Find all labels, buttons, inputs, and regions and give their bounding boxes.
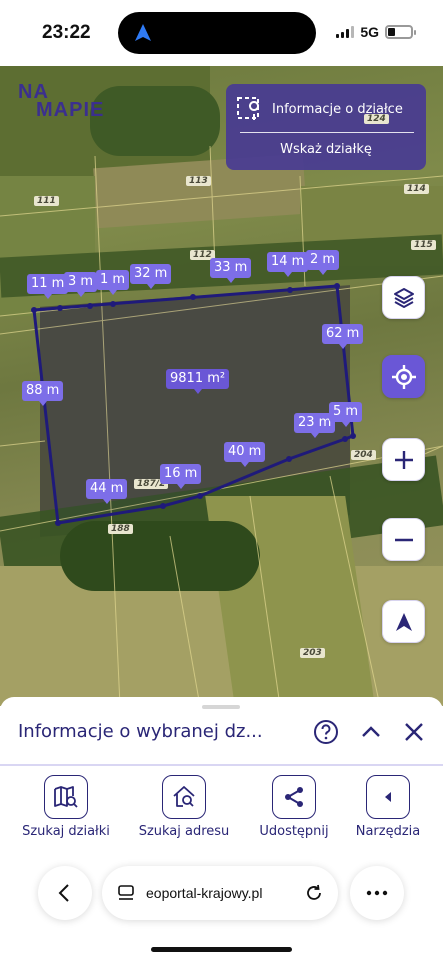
chevron-left-icon (385, 792, 391, 802)
edge-length-label: 33 m (210, 258, 252, 283)
tool-icon-box (44, 775, 88, 819)
edge-length-label: 14 m (267, 252, 309, 277)
parcel-boundary (32, 284, 355, 525)
more-icon (366, 890, 388, 896)
chevron-up-icon[interactable] (359, 720, 383, 744)
plot-number: 188 (108, 524, 133, 534)
edge-length-label: 32 m (130, 264, 172, 289)
address-bar[interactable]: eoportal-krajowy.pl (102, 866, 338, 920)
zoom-out-button[interactable] (382, 518, 425, 561)
signal-icon (336, 26, 355, 38)
tool-label: Szukaj działki (22, 824, 110, 839)
divider (240, 132, 414, 133)
battery-icon (385, 25, 416, 39)
map-search-icon (54, 786, 78, 808)
plot-number: 113 (186, 176, 211, 186)
sheet-drag-handle[interactable] (202, 705, 240, 709)
tool-label: Narzędzia (355, 824, 421, 839)
edge-length-label: 40 m (224, 442, 266, 467)
parcel-info-panel: Informacje o działce Wskaż działkę (226, 84, 426, 170)
share-icon (285, 787, 303, 807)
more-options-button[interactable] (350, 866, 404, 920)
plot-number: 124 (364, 114, 389, 124)
tool-label: Udostępnij (259, 824, 329, 839)
tool-icon-box (366, 775, 410, 819)
tool-icon-box (162, 775, 206, 819)
back-button[interactable] (38, 866, 92, 920)
share-button[interactable]: Udostępnij (244, 775, 344, 839)
plot-number: 114 (404, 184, 429, 194)
tool-bar: Szukaj działki Szukaj adresu Udostępnij … (0, 775, 443, 845)
edge-length-label: 2 m (306, 250, 340, 275)
browser-toolbar: eoportal-krajowy.pl (0, 866, 443, 926)
edge-length-label: 5 m (329, 402, 363, 427)
edge-length-label: 11 m (27, 274, 69, 299)
layers-button[interactable] (382, 276, 425, 319)
sheet-actions (313, 719, 425, 745)
sheet-title: Informacje o wybranej dz... (18, 721, 263, 742)
minus-icon (394, 538, 413, 541)
north-arrow-icon (395, 612, 412, 631)
locate-me-button[interactable] (382, 355, 425, 398)
status-bar: 23:22 5G (0, 0, 443, 66)
app-logo[interactable]: NA MAPIE (18, 82, 104, 120)
status-indicators: 5G (336, 24, 416, 40)
plot-number: 115 (411, 240, 436, 250)
url-text: eoportal-krajowy.pl (146, 885, 263, 901)
sheet-divider (0, 764, 443, 766)
home-search-icon (173, 786, 195, 807)
edge-length-label: 88 m (22, 381, 64, 406)
edge-length-label: 62 m (322, 324, 364, 349)
close-icon[interactable] (403, 721, 425, 743)
battery-level (388, 28, 395, 36)
plot-number: 203 (300, 648, 325, 658)
zoom-in-button[interactable] (382, 438, 425, 481)
layers-icon (393, 287, 414, 308)
reload-icon[interactable] (304, 883, 324, 903)
edge-length-label: 44 m (86, 479, 128, 504)
edge-length-label: 16 m (160, 464, 202, 489)
tools-button[interactable]: Narzędzia (338, 775, 438, 839)
plot-number: 204 (351, 450, 376, 460)
point-parcel-button[interactable]: Wskaż działkę (226, 142, 426, 157)
help-icon[interactable] (313, 719, 339, 745)
search-address-button[interactable]: Szukaj adresu (134, 775, 234, 839)
home-indicator (151, 947, 292, 952)
page-menu-icon[interactable] (116, 883, 136, 903)
clock: 23:22 (42, 22, 91, 43)
map-view[interactable]: NA MAPIE Informacje o działce Wskaż dzia… (0, 66, 443, 706)
edge-length-label: 3 m (64, 272, 98, 297)
logo-line2: MAPIE (36, 99, 105, 121)
plot-number: 111 (34, 196, 59, 206)
area-label: 9811 m² (166, 369, 230, 394)
search-parcel-button[interactable]: Szukaj działki (16, 775, 116, 839)
compass-button[interactable] (382, 600, 425, 643)
back-arrow-icon (58, 884, 69, 902)
navigation-arrow-icon (135, 24, 151, 41)
network-label: 5G (360, 24, 379, 40)
select-parcel-icon (237, 97, 259, 120)
edge-length-label: 1 m (96, 270, 130, 295)
plus-icon (394, 450, 413, 469)
tool-icon-box (272, 775, 316, 819)
dynamic-island (118, 12, 316, 54)
tool-label: Szukaj adresu (138, 824, 230, 839)
location-target-icon (391, 364, 416, 389)
app-screen: 23:22 5G NA MAPIE Informacje o działce W… (0, 0, 443, 960)
